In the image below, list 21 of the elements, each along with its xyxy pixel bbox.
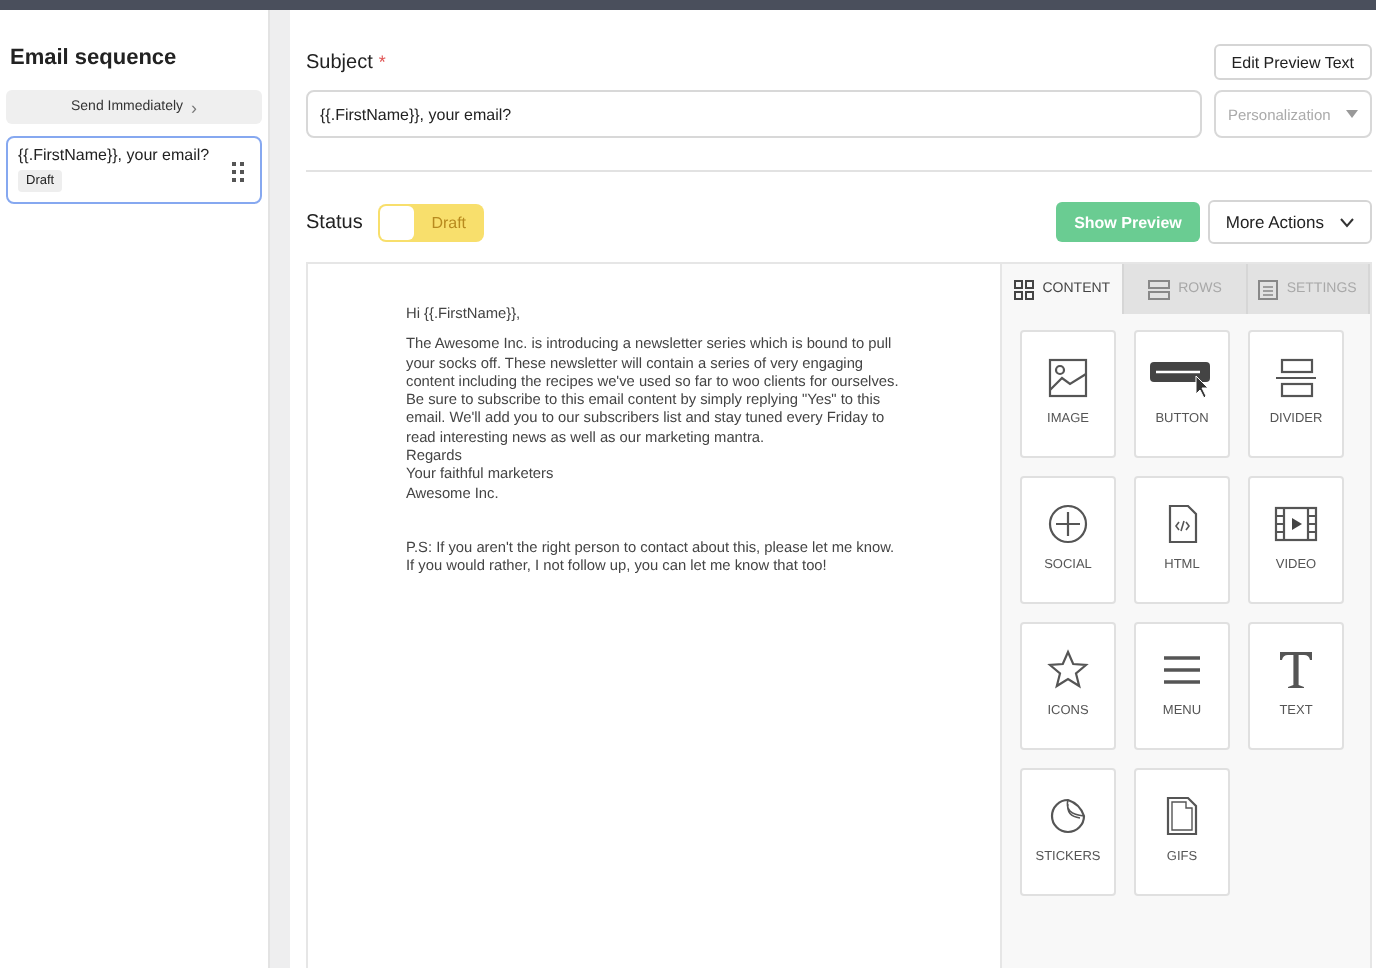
video-icon <box>1274 502 1318 546</box>
subject-field[interactable]: {{.FirstName}}, your email? <box>306 90 1202 138</box>
serif-t-icon <box>1274 648 1318 692</box>
subject-label: Subject * <box>306 51 386 73</box>
image-icon <box>1046 356 1090 400</box>
more-actions-button[interactable]: More Actions <box>1207 200 1372 244</box>
status-label: Status <box>306 211 363 233</box>
sticker-icon <box>1046 794 1090 838</box>
chevron-down-icon <box>1340 217 1354 227</box>
star-icon <box>1046 648 1090 692</box>
divider-icon <box>1274 356 1318 400</box>
grid-icon <box>1014 279 1035 299</box>
caret-icon <box>1346 110 1358 118</box>
panel-icon <box>1258 279 1279 299</box>
rows-icon <box>1148 279 1171 299</box>
sidebar-title: Email sequence <box>8 46 179 70</box>
drag-handle-icon[interactable] <box>232 162 244 182</box>
plus-circle-icon <box>1046 502 1090 546</box>
edit-preview-text-button[interactable]: Edit Preview Text <box>1213 44 1372 80</box>
email-subject: {{.FirstName}}, your email? <box>18 146 212 164</box>
button-icon <box>1150 356 1214 400</box>
